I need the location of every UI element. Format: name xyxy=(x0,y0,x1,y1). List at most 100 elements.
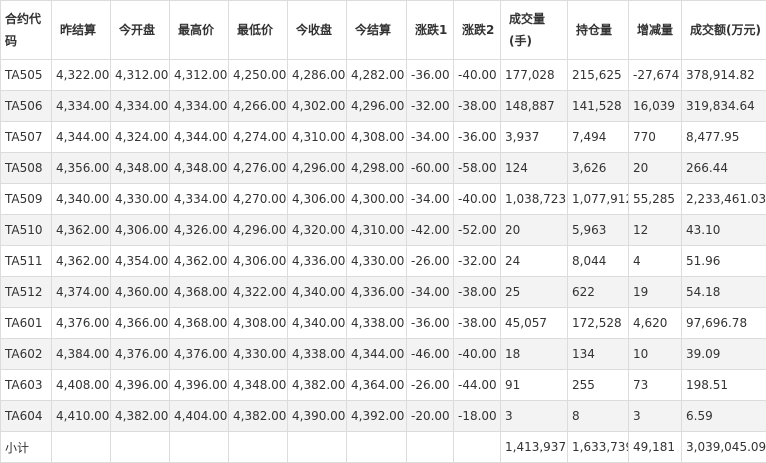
table-cell: 4,364.00 xyxy=(347,370,407,401)
subtotal-cell xyxy=(170,432,229,463)
table-cell: 4,336.00 xyxy=(347,277,407,308)
table-cell: 43.10 xyxy=(682,215,766,246)
subtotal-label: 小计 xyxy=(1,432,52,463)
table-cell: 622 xyxy=(568,277,629,308)
column-header: 涨跌2 xyxy=(454,1,501,60)
table-cell: 8 xyxy=(568,401,629,432)
table-cell: 378,914.82 xyxy=(682,60,766,91)
table-cell: 4,390.00 xyxy=(288,401,347,432)
table-cell: 4,382.00 xyxy=(111,401,170,432)
table-cell: -32.00 xyxy=(407,91,454,122)
table-cell: 266.44 xyxy=(682,153,766,184)
table-cell: 4,340.00 xyxy=(52,184,111,215)
table-cell: 4,298.00 xyxy=(347,153,407,184)
subtotal-row: 小计1,413,9371,633,73949,1813,039,045.09 xyxy=(1,432,766,463)
table-cell: 4,404.00 xyxy=(170,401,229,432)
column-header: 最低价 xyxy=(229,1,288,60)
table-row: TA5114,362.004,354.004,362.004,306.004,3… xyxy=(1,246,766,277)
table-cell: 4,266.00 xyxy=(229,91,288,122)
table-cell: 4,336.00 xyxy=(288,246,347,277)
table-cell: 2,233,461.03 xyxy=(682,184,766,215)
table-cell: 4,276.00 xyxy=(229,153,288,184)
column-header: 涨跌1 xyxy=(407,1,454,60)
table-cell: 39.09 xyxy=(682,339,766,370)
table-cell: 255 xyxy=(568,370,629,401)
table-row: TA6014,376.004,366.004,368.004,308.004,3… xyxy=(1,308,766,339)
subtotal-cell xyxy=(229,432,288,463)
table-cell: 4,376.00 xyxy=(170,339,229,370)
table-cell: -40.00 xyxy=(454,339,501,370)
table-cell: 97,696.78 xyxy=(682,308,766,339)
table-cell: 4,392.00 xyxy=(347,401,407,432)
table-cell: 4,396.00 xyxy=(111,370,170,401)
table-cell: 4,374.00 xyxy=(52,277,111,308)
column-header: 持仓量 xyxy=(568,1,629,60)
table-cell: 4,274.00 xyxy=(229,122,288,153)
table-row: TA6044,410.004,382.004,404.004,382.004,3… xyxy=(1,401,766,432)
table-cell: -18.00 xyxy=(454,401,501,432)
table-cell: 4,300.00 xyxy=(347,184,407,215)
column-header: 昨结算 xyxy=(52,1,111,60)
table-cell: 4 xyxy=(629,246,682,277)
table-cell: -36.00 xyxy=(407,308,454,339)
table-cell: 1,038,723 xyxy=(501,184,568,215)
subtotal-cell xyxy=(52,432,111,463)
table-cell: -38.00 xyxy=(454,91,501,122)
table-cell: 3 xyxy=(629,401,682,432)
table-cell: 4,360.00 xyxy=(111,277,170,308)
table-cell: 19 xyxy=(629,277,682,308)
table-cell: 4,322.00 xyxy=(52,60,111,91)
table-cell: -52.00 xyxy=(454,215,501,246)
table-cell: -38.00 xyxy=(454,308,501,339)
table-cell: 4,326.00 xyxy=(170,215,229,246)
table-cell: 4,348.00 xyxy=(111,153,170,184)
table-cell: 4,312.00 xyxy=(170,60,229,91)
contract-code-cell: TA512 xyxy=(1,277,52,308)
table-cell: 4,334.00 xyxy=(111,91,170,122)
table-cell: -27,674 xyxy=(629,60,682,91)
table-cell: 319,834.64 xyxy=(682,91,766,122)
table-cell: 91 xyxy=(501,370,568,401)
table-cell: 3 xyxy=(501,401,568,432)
table-row: TA5074,344.004,324.004,344.004,274.004,3… xyxy=(1,122,766,153)
table-cell: 4,296.00 xyxy=(288,153,347,184)
contract-code-cell: TA506 xyxy=(1,91,52,122)
table-cell: 4,306.00 xyxy=(288,184,347,215)
column-header: 今开盘 xyxy=(111,1,170,60)
table-cell: 1,077,912 xyxy=(568,184,629,215)
table-row: TA6034,408.004,396.004,396.004,348.004,3… xyxy=(1,370,766,401)
subtotal-cell: 1,413,937 xyxy=(501,432,568,463)
subtotal-cell xyxy=(288,432,347,463)
table-cell: -34.00 xyxy=(407,277,454,308)
table-cell: 4,366.00 xyxy=(111,308,170,339)
subtotal-cell xyxy=(111,432,170,463)
table-cell: 4,334.00 xyxy=(170,184,229,215)
table-cell: 4,410.00 xyxy=(52,401,111,432)
contract-code-cell: TA507 xyxy=(1,122,52,153)
contract-code-cell: TA601 xyxy=(1,308,52,339)
table-cell: 4,250.00 xyxy=(229,60,288,91)
table-cell: 4,324.00 xyxy=(111,122,170,153)
table-cell: 4,334.00 xyxy=(52,91,111,122)
contract-code-cell: TA602 xyxy=(1,339,52,370)
table-cell: 4,368.00 xyxy=(170,277,229,308)
table-cell: 4,320.00 xyxy=(288,215,347,246)
table-cell: -26.00 xyxy=(407,370,454,401)
table-cell: 45,057 xyxy=(501,308,568,339)
subtotal-cell: 3,039,045.09 xyxy=(682,432,766,463)
table-cell: 4,620 xyxy=(629,308,682,339)
table-cell: 4,296.00 xyxy=(347,91,407,122)
table-cell: 4,340.00 xyxy=(288,277,347,308)
table-cell: 4,362.00 xyxy=(170,246,229,277)
table-cell: 4,330.00 xyxy=(229,339,288,370)
column-header: 合约代码 xyxy=(1,1,52,60)
table-cell: -36.00 xyxy=(454,122,501,153)
table-cell: 25 xyxy=(501,277,568,308)
table-cell: -26.00 xyxy=(407,246,454,277)
table-cell: 148,887 xyxy=(501,91,568,122)
contract-code-cell: TA604 xyxy=(1,401,52,432)
table-cell: 73 xyxy=(629,370,682,401)
table-cell: 4,384.00 xyxy=(52,339,111,370)
table-cell: 4,296.00 xyxy=(229,215,288,246)
table-cell: -36.00 xyxy=(407,60,454,91)
